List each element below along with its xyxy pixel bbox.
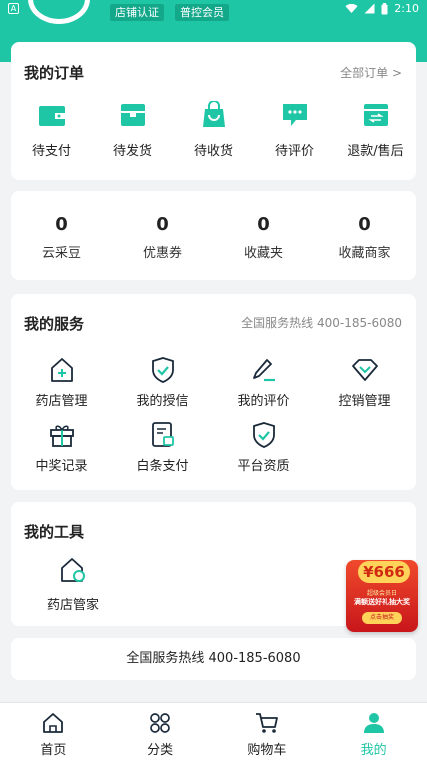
notification-icon: A [8, 3, 19, 14]
service-sales-control[interactable]: 控销管理 [314, 356, 415, 409]
stat-coupons[interactable]: 0 优惠券 [112, 191, 213, 280]
service-label: 药店管理 [35, 394, 88, 409]
service-platform-qualification[interactable]: 平台资质 [213, 421, 314, 474]
diamond-icon [351, 356, 379, 384]
lottery-promo-banner[interactable]: ¥666 超级会员日 满额送好礼抽大奖 点击抽奖 [342, 552, 420, 634]
tab-label: 分类 [147, 743, 174, 758]
tab-cart[interactable]: 购物车 [214, 703, 321, 760]
wifi-icon [345, 3, 358, 14]
order-pending-receipt[interactable]: 待收货 [173, 100, 254, 159]
order-item-label: 待收货 [193, 144, 233, 159]
order-item-label: 待评价 [274, 144, 314, 159]
service-credit-payment[interactable]: 白条支付 [112, 421, 213, 474]
profile-icon [362, 711, 386, 735]
avatar[interactable] [28, 0, 90, 24]
stat-label: 收藏商家 [338, 246, 391, 261]
services-card: 我的服务 全国服务热线 400-185-6080 药店管理 我的授信 我的评价 … [11, 294, 416, 490]
gift-icon [48, 421, 76, 449]
service-label: 我的授信 [136, 394, 189, 409]
chat-bubble-icon [280, 100, 310, 130]
tools-title: 我的工具 [24, 523, 85, 541]
tab-label: 首页 [40, 743, 67, 758]
member-badge[interactable]: 普控会员 [175, 4, 229, 21]
bill-icon [149, 421, 177, 449]
service-my-reviews[interactable]: 我的评价 [213, 356, 314, 409]
tab-category[interactable]: 分类 [107, 703, 214, 760]
stat-value: 0 [358, 214, 371, 235]
tool-pharmacy-assistant[interactable]: 药店管家 [33, 556, 113, 613]
signal-icon [364, 3, 375, 14]
tab-mine[interactable]: 我的 [320, 703, 427, 760]
service-label: 白条支付 [136, 459, 189, 474]
stats-card: 0 云采豆 0 优惠券 0 收藏夹 0 收藏商家 [11, 191, 416, 280]
bottom-tab-bar: 首页 分类 购物车 我的 [0, 702, 427, 760]
store-verified-badge[interactable]: 店铺认证 [110, 4, 164, 21]
order-item-label: 退款/售后 [347, 144, 404, 159]
order-pending-payment[interactable]: 待支付 [11, 100, 92, 159]
promo-amount: ¥666 [358, 561, 410, 583]
services-title: 我的服务 [24, 315, 85, 333]
service-label: 控销管理 [338, 394, 391, 409]
home-icon [41, 711, 65, 735]
service-prize-records[interactable]: 中奖记录 [11, 421, 112, 474]
box-icon [118, 100, 148, 130]
tab-label: 我的 [360, 743, 387, 758]
stat-label: 优惠券 [142, 246, 182, 261]
all-orders-link[interactable]: 全部订单 > [340, 64, 402, 81]
service-hotline[interactable]: 全国服务热线 400-185-6080 [241, 314, 402, 331]
status-time: 2:10 [394, 2, 419, 15]
shield-check-icon [149, 356, 177, 384]
promo-line1: 超级会员日 [366, 590, 397, 597]
service-pharmacy-management[interactable]: 药店管理 [11, 356, 112, 409]
certificate-shield-icon [250, 421, 278, 449]
order-item-label: 待支付 [31, 144, 71, 159]
orders-card: 我的订单 全部订单 > 待支付 待发货 待收货 待评价 退款/售后 [11, 42, 416, 180]
tab-home[interactable]: 首页 [0, 703, 107, 760]
orders-title: 我的订单 [24, 64, 85, 82]
refund-icon [361, 100, 391, 130]
category-icon [148, 711, 172, 735]
hotline-bar[interactable]: 全国服务热线 400-185-6080 [11, 638, 416, 680]
order-refund-aftersale[interactable]: 退款/售后 [335, 100, 416, 159]
stat-value: 0 [257, 214, 270, 235]
stat-favorites[interactable]: 0 收藏夹 [213, 191, 314, 280]
stat-label: 收藏夹 [243, 246, 283, 261]
pharmacy-house-icon [48, 356, 76, 384]
service-label: 我的评价 [237, 394, 290, 409]
service-my-credit[interactable]: 我的授信 [112, 356, 213, 409]
service-label: 中奖记录 [35, 459, 88, 474]
order-pending-review[interactable]: 待评价 [254, 100, 335, 159]
order-pending-shipment[interactable]: 待发货 [92, 100, 173, 159]
battery-icon [381, 2, 388, 14]
promo-button[interactable]: 点击抽奖 [362, 612, 402, 624]
stat-value: 0 [55, 214, 68, 235]
order-item-label: 待发货 [112, 144, 152, 159]
stat-cloud-beans[interactable]: 0 云采豆 [11, 191, 112, 280]
promo-line2: 满额送好礼抽大奖 [354, 598, 410, 606]
pen-icon [250, 356, 278, 384]
shopping-bag-icon [199, 100, 229, 130]
wallet-icon [37, 100, 67, 130]
stat-favorite-sellers[interactable]: 0 收藏商家 [314, 191, 415, 280]
cart-icon [255, 711, 279, 735]
stat-value: 0 [156, 214, 169, 235]
tab-label: 购物车 [247, 743, 287, 758]
tool-label: 药店管家 [46, 598, 99, 613]
house-gear-icon [59, 556, 87, 584]
service-label: 平台资质 [237, 459, 290, 474]
stat-label: 云采豆 [41, 246, 81, 261]
